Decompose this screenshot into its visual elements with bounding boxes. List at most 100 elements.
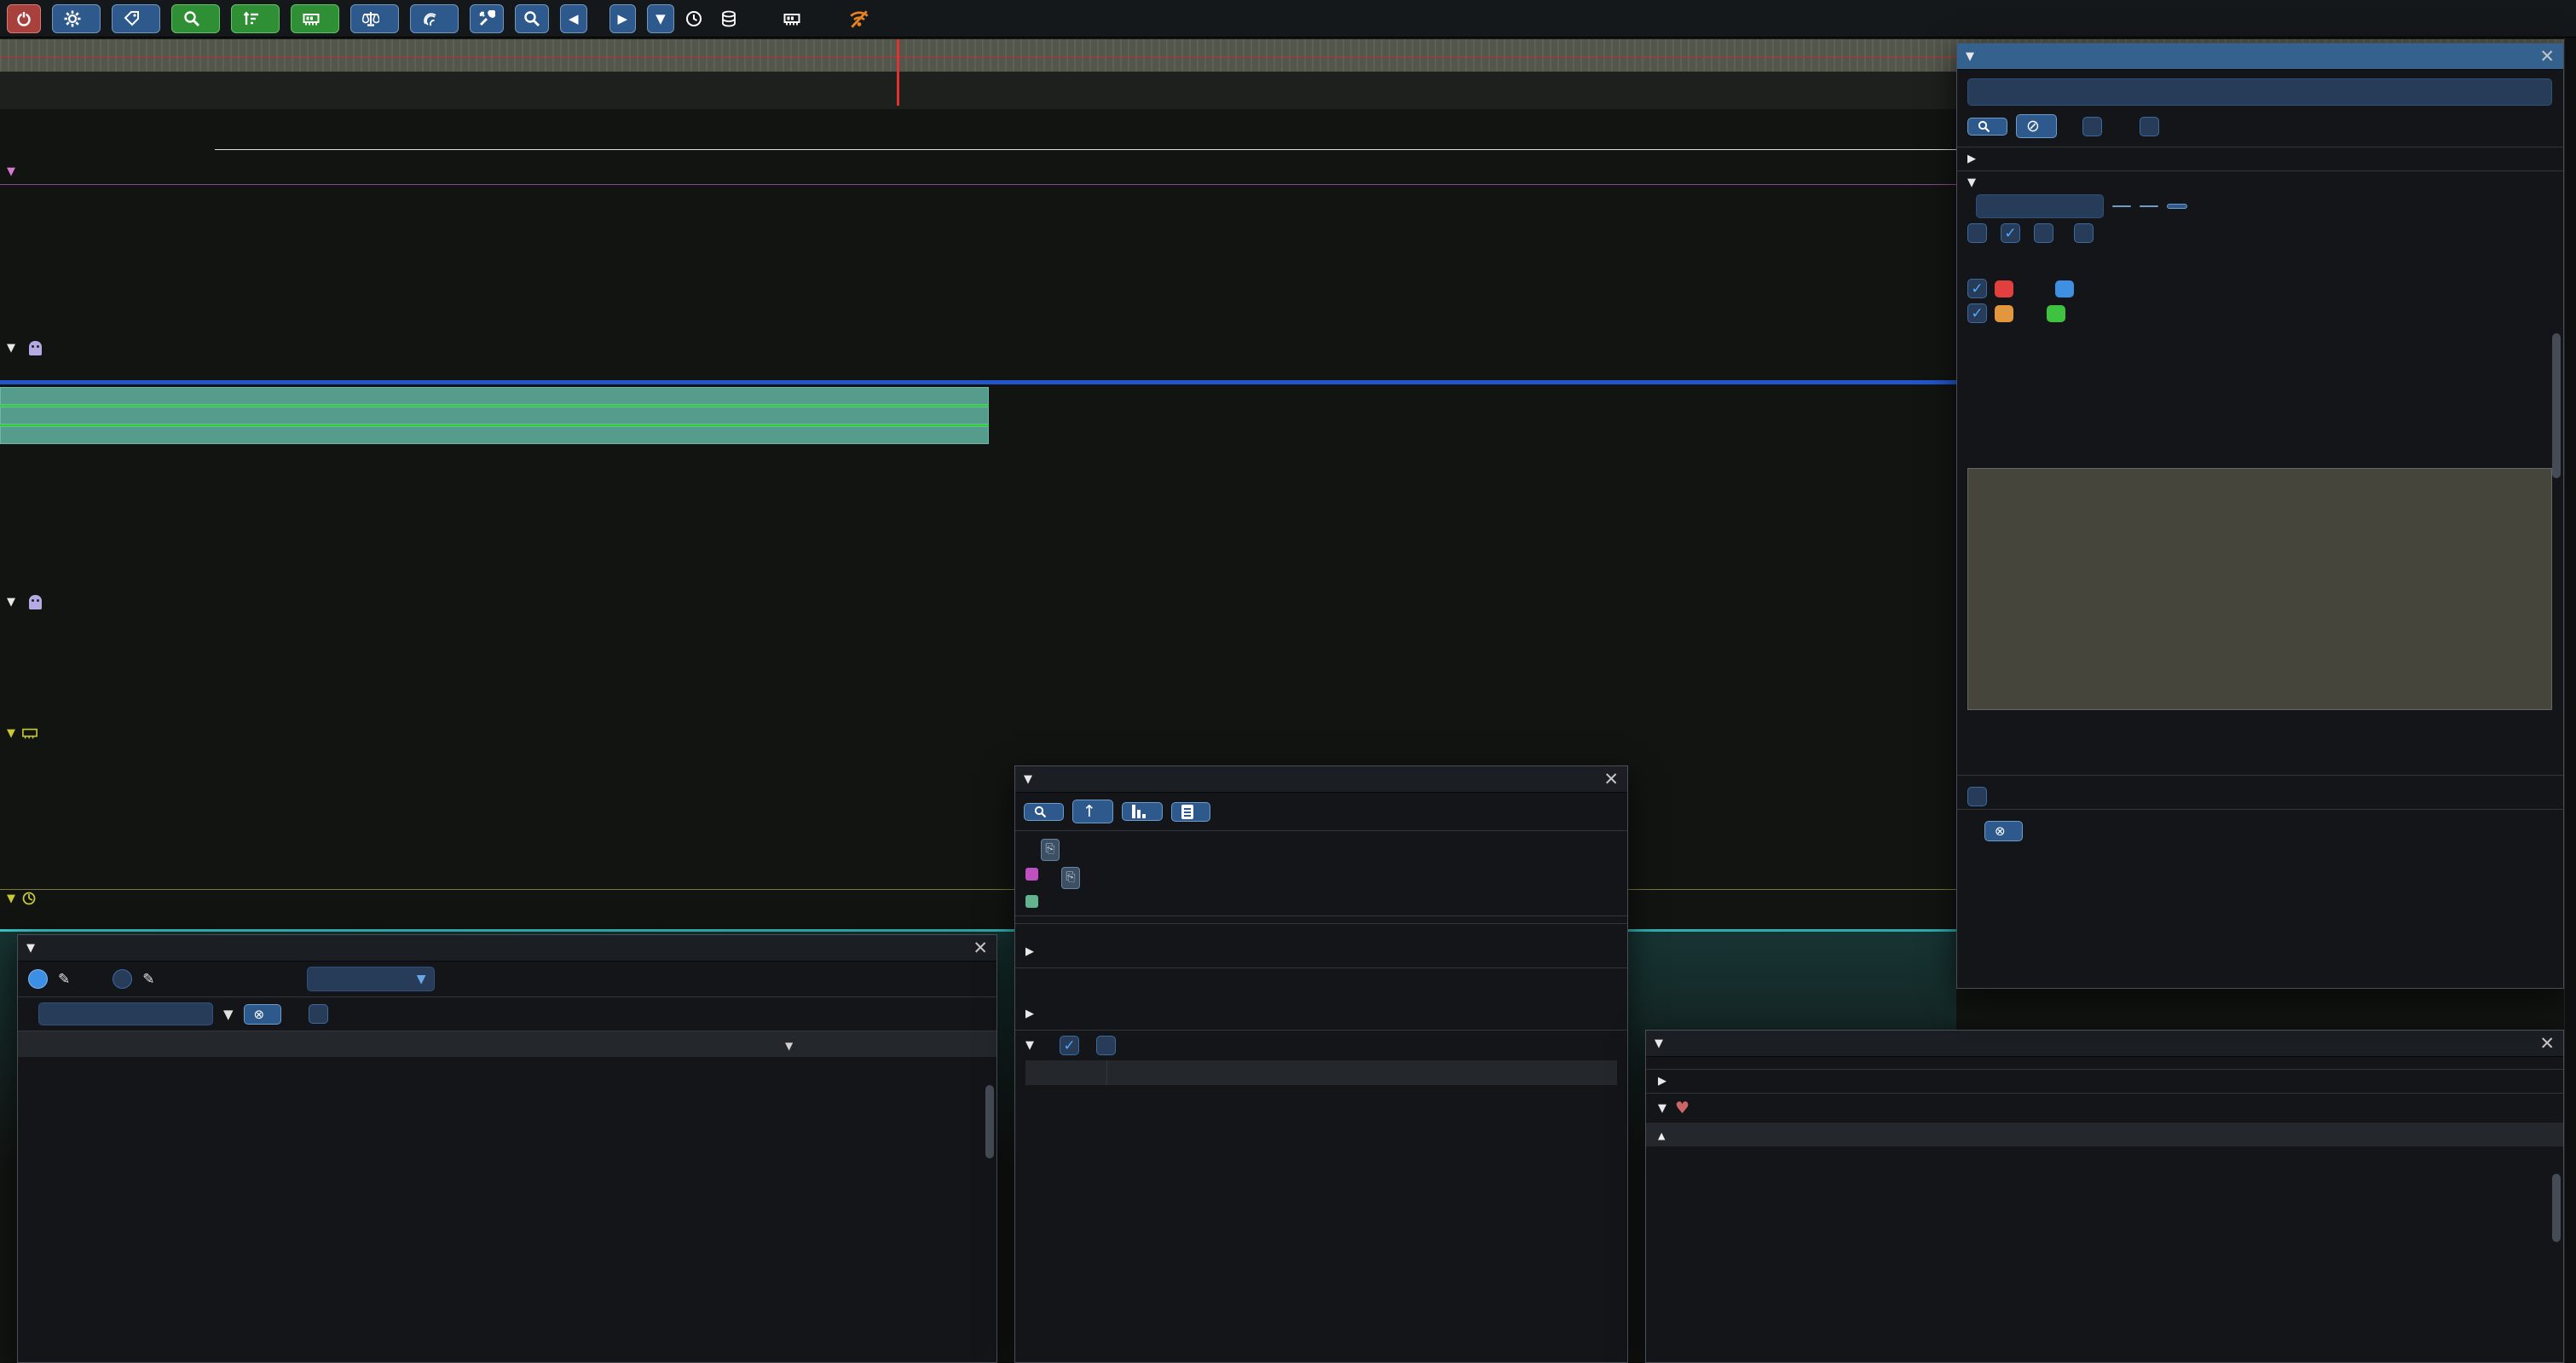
timing-select[interactable]: ▼ xyxy=(307,967,435,991)
zone-call[interactable] xyxy=(0,426,989,444)
find-zone-search-input[interactable] xyxy=(1967,78,2552,106)
log-values-checkbox[interactable] xyxy=(1967,223,1987,243)
messages-collapse-icon[interactable]: ▼ xyxy=(1025,1039,1034,1052)
copy-clipboard-icon[interactable]: ⎘ xyxy=(1041,839,1060,861)
memory-icon xyxy=(303,10,320,27)
close-icon[interactable]: ✕ xyxy=(1603,769,1619,789)
compare-button[interactable] xyxy=(350,4,399,33)
cpu-usage-header[interactable]: ▼ xyxy=(7,892,49,905)
zoom-to-zone-button[interactable] xyxy=(1024,803,1064,821)
median-time-chip xyxy=(2055,280,2074,297)
statistics-scrollbar[interactable] xyxy=(985,1085,994,1158)
histogram-axis xyxy=(1967,712,2552,722)
histogram-toggle[interactable]: ▼ xyxy=(1957,176,2563,189)
zoom-search-button[interactable] xyxy=(515,4,549,33)
source-button[interactable] xyxy=(1171,802,1210,822)
sort-bars-icon xyxy=(243,10,260,27)
filter-input[interactable] xyxy=(38,1002,213,1025)
zone-ontouchup[interactable] xyxy=(0,407,989,424)
info-button[interactable] xyxy=(410,4,459,33)
streaming-message-dots[interactable] xyxy=(0,618,1956,631)
next-frame-button[interactable]: ▶ xyxy=(609,4,637,33)
memory-button[interactable] xyxy=(291,4,339,33)
clear-filter-button[interactable]: ⊗ xyxy=(244,1004,282,1025)
zone-info-titlebar[interactable]: ▼ ✕ xyxy=(1015,766,1627,793)
memory-titlebar[interactable]: ▼ ✕ xyxy=(1646,1031,2563,1057)
limit-range-checkbox[interactable] xyxy=(2140,117,2159,136)
zone-privatetouchup[interactable] xyxy=(0,387,989,405)
plus-button[interactable] xyxy=(2140,205,2158,207)
memory-table-header[interactable]: ▲ xyxy=(1646,1123,2563,1146)
database-icon xyxy=(720,10,737,27)
memory-scrollbar[interactable] xyxy=(2552,1174,2561,1242)
reset-button[interactable] xyxy=(2167,204,2187,209)
wait-regions-toggle[interactable]: ▶ xyxy=(1025,945,1617,958)
group-mean-median-checkbox[interactable]: ✓ xyxy=(1967,303,1987,323)
streaming-state-line xyxy=(0,635,1956,639)
found-clear-button[interactable]: ⊗ xyxy=(1984,821,2023,841)
streaming-loaddata-row xyxy=(0,661,1956,680)
close-icon[interactable]: ✕ xyxy=(973,938,988,958)
messages-button[interactable] xyxy=(112,4,160,33)
zone-statistics-button[interactable] xyxy=(1122,802,1163,821)
glthread-zone-row xyxy=(0,544,1956,562)
sampling-radio[interactable] xyxy=(113,969,132,989)
allocations-list-toggle[interactable]: ▶ xyxy=(1025,1008,1617,1020)
tools-button[interactable] xyxy=(470,4,504,33)
self-time-checkbox[interactable] xyxy=(2074,223,2094,243)
power-button[interactable] xyxy=(7,4,41,33)
instrumentation-radio[interactable] xyxy=(28,969,48,989)
find-zone-button[interactable] xyxy=(171,4,220,33)
find-zone-scrollbar[interactable] xyxy=(2552,333,2561,478)
clear-button[interactable]: ⊘ xyxy=(2016,114,2057,138)
go-to-parent-button[interactable]: ↑ xyxy=(1072,800,1113,823)
copy-clipboard-icon[interactable]: ⎘ xyxy=(1061,867,1080,889)
min-bin-input[interactable] xyxy=(1976,194,2104,218)
funnel-icon[interactable]: ▼ xyxy=(223,1007,234,1022)
ban-icon: ⊘ xyxy=(2026,117,2040,136)
cumulate-time-checkbox[interactable] xyxy=(2034,223,2053,243)
statistics-button[interactable] xyxy=(231,4,280,33)
cpu-usage-band xyxy=(0,189,1956,225)
x-circle-icon: ⊗ xyxy=(254,1007,265,1022)
time-relative-checkbox[interactable]: ✓ xyxy=(1060,1036,1079,1055)
document-icon xyxy=(1181,805,1193,819)
prev-frame-button[interactable]: ◀ xyxy=(560,4,587,33)
sort-desc-icon: ▼ xyxy=(785,1040,793,1052)
glthread-zone-row xyxy=(0,485,1956,503)
limit-range-checkbox[interactable] xyxy=(309,1004,328,1024)
mean-median-checkbox[interactable]: ✓ xyxy=(1967,279,1987,298)
up-arrow-icon: ↑ xyxy=(1083,802,1096,821)
active-allocations-toggle[interactable]: ▼ ♥ xyxy=(1646,1094,2563,1123)
statistics-table-header[interactable]: ▼ xyxy=(18,1031,996,1057)
memory-icon xyxy=(783,10,800,27)
matched-locations-toggle[interactable]: ▶ xyxy=(1957,153,2563,165)
app-scrollbar-strip[interactable] xyxy=(2564,38,2576,1363)
allocations-section-toggle[interactable]: ▶ xyxy=(1646,1070,2563,1093)
connection-lost-icon xyxy=(848,8,870,30)
options-button[interactable] xyxy=(52,4,101,33)
frame-dropdown-button[interactable]: ▼ xyxy=(647,4,674,33)
main-toolbar: ◀ ▶ ▼ xyxy=(0,0,2576,38)
find-zone-titlebar[interactable]: ▼ ✕ xyxy=(1957,43,2563,70)
close-icon[interactable]: ✕ xyxy=(2539,1033,2555,1054)
heart-icon: ♥ xyxy=(1675,1099,1689,1118)
minus-button[interactable] xyxy=(2112,205,2131,207)
memory-usage-header[interactable]: ▼ xyxy=(7,727,51,740)
current-frame-marker xyxy=(897,39,899,106)
find-zone-histogram[interactable] xyxy=(1967,468,2552,710)
collapsed-zone-markers xyxy=(0,341,1956,356)
memory-window: ▼ ✕ ▶ ▼ ♥ ▲ xyxy=(1645,1030,2564,1363)
glthread-message-dots[interactable] xyxy=(0,361,1956,374)
glthread-state-line xyxy=(0,380,1956,384)
memory-usage-plot[interactable] xyxy=(0,750,1956,887)
ignore-case-checkbox[interactable] xyxy=(2082,117,2102,136)
exclude-children-checkbox[interactable] xyxy=(1096,1036,1116,1055)
statistics-window: ▼ ✕ ✎ ✎ ▼ ▼ ⊗ xyxy=(17,934,997,1363)
cpu-data-header[interactable]: ▼ xyxy=(7,165,22,178)
close-icon[interactable]: ✕ xyxy=(2539,46,2555,66)
find-button[interactable] xyxy=(1967,118,2007,136)
statistics-titlebar[interactable]: ▼ ✕ xyxy=(18,935,996,962)
show-zone-time-checkbox[interactable] xyxy=(1967,787,1987,806)
log-time-checkbox[interactable]: ✓ xyxy=(2001,223,2020,243)
